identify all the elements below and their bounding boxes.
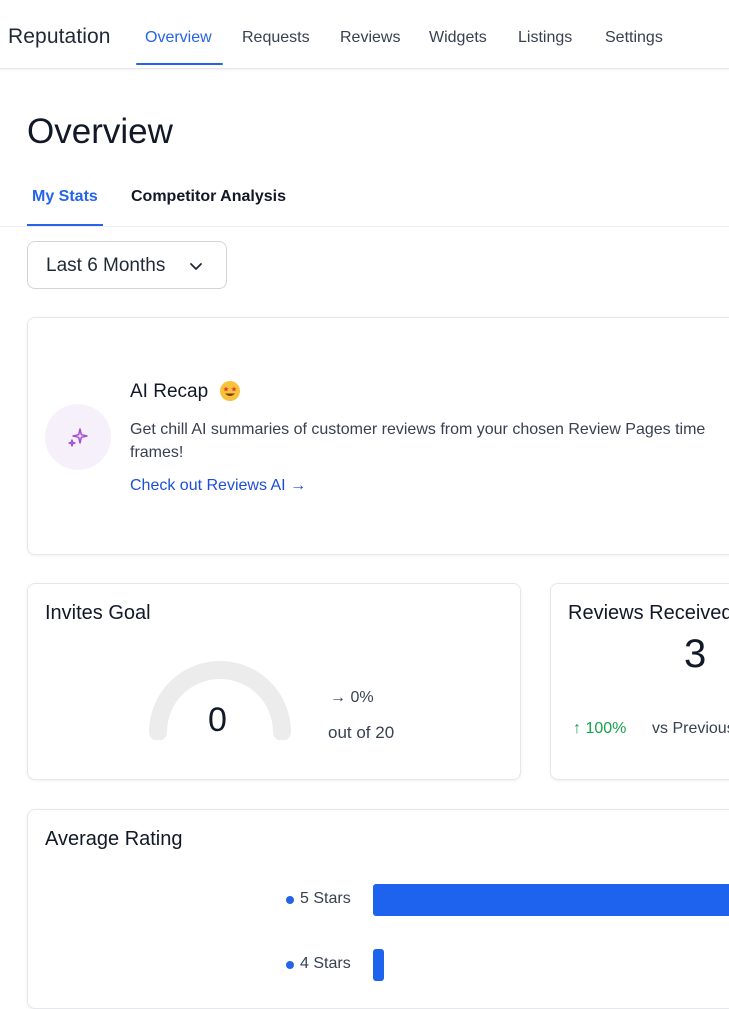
date-range-value: Last 6 Months <box>46 255 166 276</box>
invites-goal-value: 0 <box>208 701 227 739</box>
rating-row-5-stars: 5 Stars <box>28 884 729 920</box>
rating-row-4-stars: 4 Stars <box>28 949 729 985</box>
legend-dot-icon <box>286 896 294 904</box>
average-rating-title: Average Rating <box>45 828 183 850</box>
rating-row-label: 5 Stars <box>300 890 351 907</box>
ai-recap-title: AI Recap <box>130 381 209 402</box>
star-struck-emoji-icon <box>219 380 241 402</box>
ai-recap-description: Get chill AI summaries of customer revie… <box>130 421 706 461</box>
rating-row-label: 4 Stars <box>300 955 351 972</box>
chevron-down-icon <box>188 258 204 274</box>
legend-dot-icon <box>286 961 294 969</box>
top-nav-bar: Reputation Overview Requests Reviews Wid… <box>0 0 729 69</box>
subtab-my-stats[interactable]: My Stats <box>32 188 98 206</box>
ai-recap-card: AI Recap Get chill AI summaries of custo… <box>27 317 729 555</box>
active-tab-indicator <box>136 63 223 65</box>
reviews-trend-badge: ↑ 100% <box>573 720 627 737</box>
reviews-comparison-label: vs Previous <box>652 720 729 737</box>
sparkles-icon-badge <box>45 404 111 470</box>
average-rating-card: Average Rating 5 Stars 4 Stars <box>27 809 729 1009</box>
reviews-ai-link[interactable]: Check out Reviews AI → <box>130 477 306 495</box>
active-subtab-indicator <box>27 224 103 226</box>
app-brand[interactable]: Reputation <box>8 25 111 49</box>
invites-goal-title: Invites Goal <box>45 602 151 624</box>
reviews-received-title: Reviews Received <box>568 602 729 624</box>
invites-goal-card: Invites Goal 0 → 0% out of 20 <box>27 583 521 780</box>
invites-goal-change: → 0% <box>330 689 374 706</box>
stats-subtabs: My Stats Competitor Analysis <box>0 180 729 227</box>
nav-tab-listings[interactable]: Listings <box>518 29 572 47</box>
nav-tab-requests[interactable]: Requests <box>242 29 310 47</box>
nav-tab-settings[interactable]: Settings <box>605 29 663 47</box>
nav-tab-widgets[interactable]: Widgets <box>429 29 487 47</box>
nav-tab-overview[interactable]: Overview <box>145 29 212 47</box>
page-title: Overview <box>27 112 173 151</box>
invites-goal-target: out of 20 <box>328 723 395 742</box>
rating-bar-4-stars <box>373 949 384 981</box>
date-range-dropdown[interactable]: Last 6 Months <box>27 241 227 289</box>
reviews-received-count: 3 <box>684 632 707 676</box>
reviews-received-card: Reviews Received 3 ↑ 100% vs Previous <box>550 583 729 780</box>
nav-tab-reviews[interactable]: Reviews <box>340 29 400 47</box>
subtab-competitor-analysis[interactable]: Competitor Analysis <box>131 188 286 206</box>
rating-bar-5-stars <box>373 884 729 916</box>
